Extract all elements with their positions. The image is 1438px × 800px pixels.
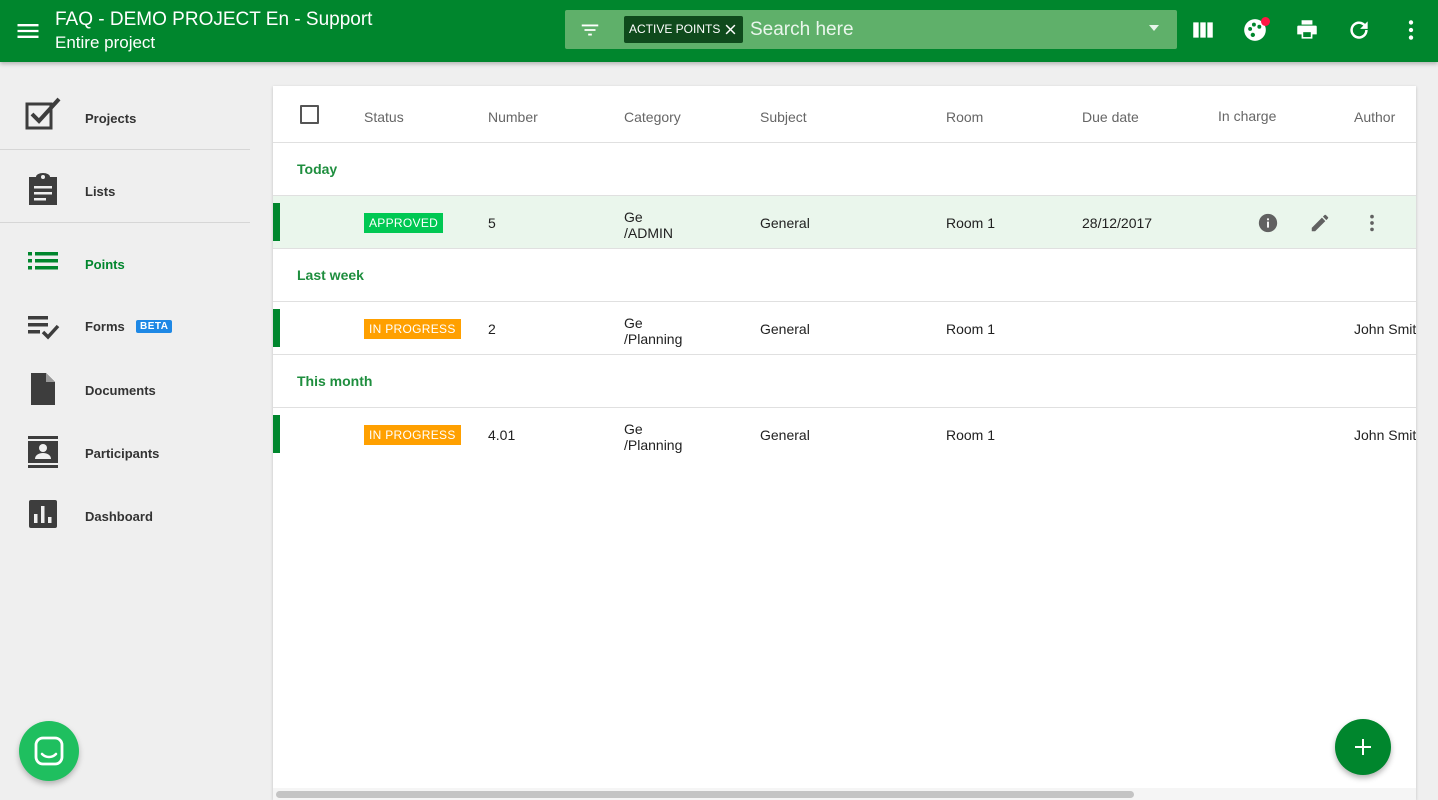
column-header-due-date[interactable]: Due date [1082, 109, 1139, 125]
scrollbar-thumb[interactable] [276, 791, 1134, 798]
column-header-category[interactable]: Category [624, 109, 681, 125]
status-badge: IN PROGRESS [364, 319, 461, 339]
cell-number: 5 [488, 215, 496, 231]
clipboard-icon [29, 173, 57, 205]
row-status-indicator [273, 309, 280, 347]
printer-icon[interactable] [1294, 17, 1320, 43]
list-icon [28, 252, 58, 270]
sidebar-item-label: Documents [85, 383, 156, 398]
status-badge: IN PROGRESS [364, 425, 461, 445]
more-vertical-icon[interactable] [1361, 212, 1383, 234]
sidebar-item-label: Points [85, 257, 125, 272]
sidebar-item-label: Lists [85, 184, 116, 199]
project-scope: Entire project [55, 33, 156, 52]
cell-subject: General [760, 215, 810, 231]
row-status-indicator [273, 203, 280, 241]
add-point-button[interactable] [1335, 719, 1391, 775]
column-header-status[interactable]: Status [364, 109, 404, 125]
group-header-today: Today [273, 143, 1416, 196]
sidebar-item-forms[interactable]: Forms BETA [0, 295, 250, 355]
sidebar-item-label: Participants [85, 446, 160, 461]
search-input[interactable] [750, 10, 1130, 49]
cell-author: John Smit [1354, 321, 1416, 337]
cell-room: Room 1 [946, 321, 996, 337]
row-status-indicator [273, 415, 280, 453]
cell-number: 2 [488, 321, 496, 337]
group-header-this-month: This month [273, 355, 1416, 408]
cell-category: Ge /Planning [624, 315, 682, 347]
chat-support-button[interactable] [19, 721, 79, 781]
columns-icon[interactable] [1190, 17, 1216, 43]
plus-icon [1355, 739, 1371, 755]
cell-subject: General [760, 321, 810, 337]
sidebar-nav: Projects Lists Points Forms BETA Documen… [0, 62, 250, 800]
sidebar-item-dashboard[interactable]: Dashboard [0, 484, 250, 544]
filter-icon[interactable] [579, 19, 601, 41]
horizontal-scrollbar[interactable] [273, 788, 1416, 800]
cell-due-date: 28/12/2017 [1082, 215, 1153, 231]
top-app-bar: FAQ - DEMO PROJECT En - Support Entire p… [0, 0, 1438, 62]
beta-badge: BETA [136, 320, 173, 333]
cell-category: Ge /ADMIN [624, 209, 673, 241]
contact-card-icon [28, 436, 58, 468]
sidebar-item-label: Dashboard [85, 509, 153, 524]
chevron-down-icon[interactable] [1149, 25, 1159, 31]
table-row[interactable]: IN PROGRESS 2 Ge /Planning General Room … [273, 302, 1416, 355]
more-vertical-icon[interactable] [1398, 17, 1424, 43]
project-title-block: FAQ - DEMO PROJECT En - Support Entire p… [55, 8, 372, 54]
cell-number: 4.01 [488, 427, 516, 443]
category-line: Ge [624, 315, 643, 331]
category-line: /Planning [624, 331, 683, 347]
status-badge: APPROVED [364, 213, 444, 233]
table-row[interactable]: APPROVED 5 Ge /ADMIN General Room 1 28/1… [273, 196, 1416, 249]
sidebar-item-projects[interactable]: Projects [0, 86, 250, 146]
sidebar-item-label: Forms [85, 319, 125, 334]
points-table-panel: Status Number Category Subject Room Due … [273, 86, 1416, 800]
hamburger-menu-icon[interactable] [14, 17, 42, 45]
category-line: /Planning [624, 437, 683, 453]
category-line: Ge [624, 421, 643, 437]
category-line: /ADMIN [624, 225, 673, 241]
column-header-author[interactable]: Author [1354, 109, 1395, 125]
sidebar-item-participants[interactable]: Participants [0, 421, 250, 481]
bar-chart-icon [29, 500, 57, 528]
cell-room: Room 1 [946, 215, 996, 231]
cell-author: John Smit [1354, 427, 1416, 443]
cell-room: Room 1 [946, 427, 996, 443]
edit-pencil-icon[interactable] [1309, 212, 1331, 234]
checklist-icon [28, 316, 60, 340]
close-icon[interactable] [723, 22, 738, 37]
sidebar-divider [0, 222, 250, 223]
column-header-subject[interactable]: Subject [760, 109, 807, 125]
sidebar-item-lists[interactable]: Lists [0, 159, 250, 219]
column-header-room[interactable]: Room [946, 109, 983, 125]
filter-chip-label: ACTIVE POINTS [629, 22, 721, 36]
chat-icon [34, 736, 64, 766]
category-line: Ge [624, 209, 643, 225]
cell-subject: General [760, 427, 810, 443]
checkbox-icon [25, 97, 61, 130]
group-label: This month [297, 373, 373, 389]
refresh-icon[interactable] [1346, 17, 1372, 43]
notification-dot [1261, 17, 1270, 26]
search-bar: ACTIVE POINTS [565, 10, 1177, 49]
column-header-number[interactable]: Number [488, 109, 538, 125]
active-points-filter-chip: ACTIVE POINTS [624, 16, 743, 43]
sidebar-item-points[interactable]: Points [0, 232, 250, 292]
table-header: Status Number Category Subject Room Due … [273, 86, 1416, 143]
column-header-in-charge[interactable]: In charge [1218, 108, 1276, 124]
project-title: FAQ - DEMO PROJECT En - Support [55, 9, 373, 30]
info-icon[interactable] [1257, 212, 1279, 234]
group-label: Today [297, 161, 338, 177]
table-row[interactable]: IN PROGRESS 4.01 Ge /Planning General Ro… [273, 408, 1416, 461]
sidebar-divider [0, 149, 250, 150]
sidebar-item-label: Projects [85, 111, 137, 126]
document-icon [31, 373, 55, 405]
sidebar-item-documents[interactable]: Documents [0, 358, 250, 418]
cell-category: Ge /Planning [624, 421, 682, 453]
group-header-last-week: Last week [273, 249, 1416, 302]
group-label: Last week [297, 267, 364, 283]
select-all-checkbox[interactable] [300, 105, 319, 124]
